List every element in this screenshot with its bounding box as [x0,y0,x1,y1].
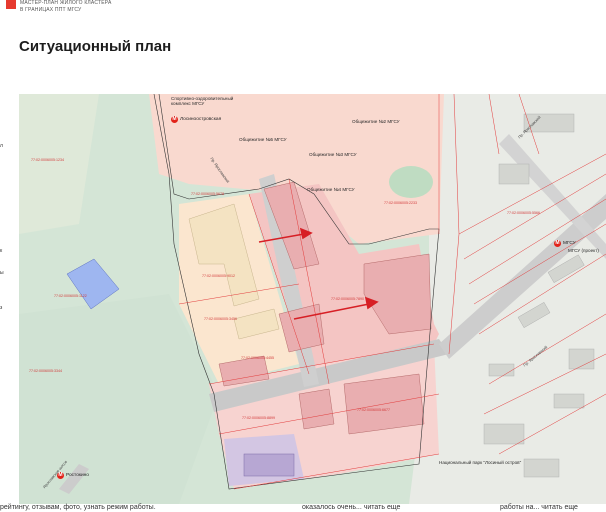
metro-icon: М [554,240,561,247]
logo-icon [6,0,16,9]
cadastral-number: 77:02:0006005:3456 [204,317,237,321]
label-dorm-3: Общежитие №3 МГСУ [309,152,357,157]
cadastral-number: 77:02:0006005:9012 [202,274,235,278]
cadastral-number: 77:02:0006005:1234 [31,158,64,162]
metro-label: МГСУ [563,241,576,246]
metro-losinoostrovskaya[interactable]: М Лосиноостровская [171,116,221,123]
metro-label: Лосиноостровская [180,117,222,122]
bottom-text-left: рейтингу, отзывам, фото, узнать режим ра… [0,504,156,511]
situational-map[interactable]: Спортивно-оздоровительный комплекс МГСУ … [19,94,606,504]
header-line-2: В ГРАНИЦАХ ППТ МГСУ [20,6,82,13]
header: МАСТЕР-ПЛАН ЖИЛОГО КЛАСТЕРА В ГРАНИЦАХ П… [6,0,112,13]
bottom-text-middle: оказалось очень... читать еще [302,504,401,511]
metro-icon: М [171,116,178,123]
label-mgsu-project: МГСУ (проект) [568,248,599,253]
cadastral-number: 77:02:0006005:1122 [54,294,87,298]
left-edge-text: з [0,305,3,311]
cadastral-number: 77:02:0006005:5566 [507,211,540,215]
label-sport-complex: Спортивно-оздоровительный комплекс МГСУ [171,96,234,106]
left-edge-text: л [0,143,3,149]
bottom-text-right: работы на... читать еще [500,504,578,511]
cadastral-number: 77:02:0006005:6677 [357,408,390,412]
page-title: Ситуационный план [19,38,172,55]
metro-label: Ростокино [66,473,89,478]
left-edge-text: ы [0,270,4,276]
cadastral-number: 77:02:0006005:5678 [191,192,224,196]
label-dorm-4: Общежитие №4 МГСУ [307,187,355,192]
left-edge-text: к [0,248,3,254]
cadastral-number: 77:02:0006005:3344 [29,369,62,373]
metro-mgsu[interactable]: М МГСУ [554,240,576,247]
cadastral-number: 77:02:0006005:8899 [242,416,275,420]
label-dorm-5: Общежитие №5 МГСУ [239,137,287,142]
label-national-park: Национальный парк "Лосиный остров" [439,460,522,465]
metro-rostokino[interactable]: М Ростокино [57,472,89,479]
cadastral-number: 77:02:0006005:7890 [331,297,364,301]
label-dorm-2: Общежитие №2 МГСУ [352,119,400,124]
cadastral-number: 77:02:0006005:2233 [384,201,417,205]
header-line-1: МАСТЕР-ПЛАН ЖИЛОГО КЛАСТЕРА [20,0,112,6]
cadastral-number: 77:02:0006005:4455 [241,356,274,360]
